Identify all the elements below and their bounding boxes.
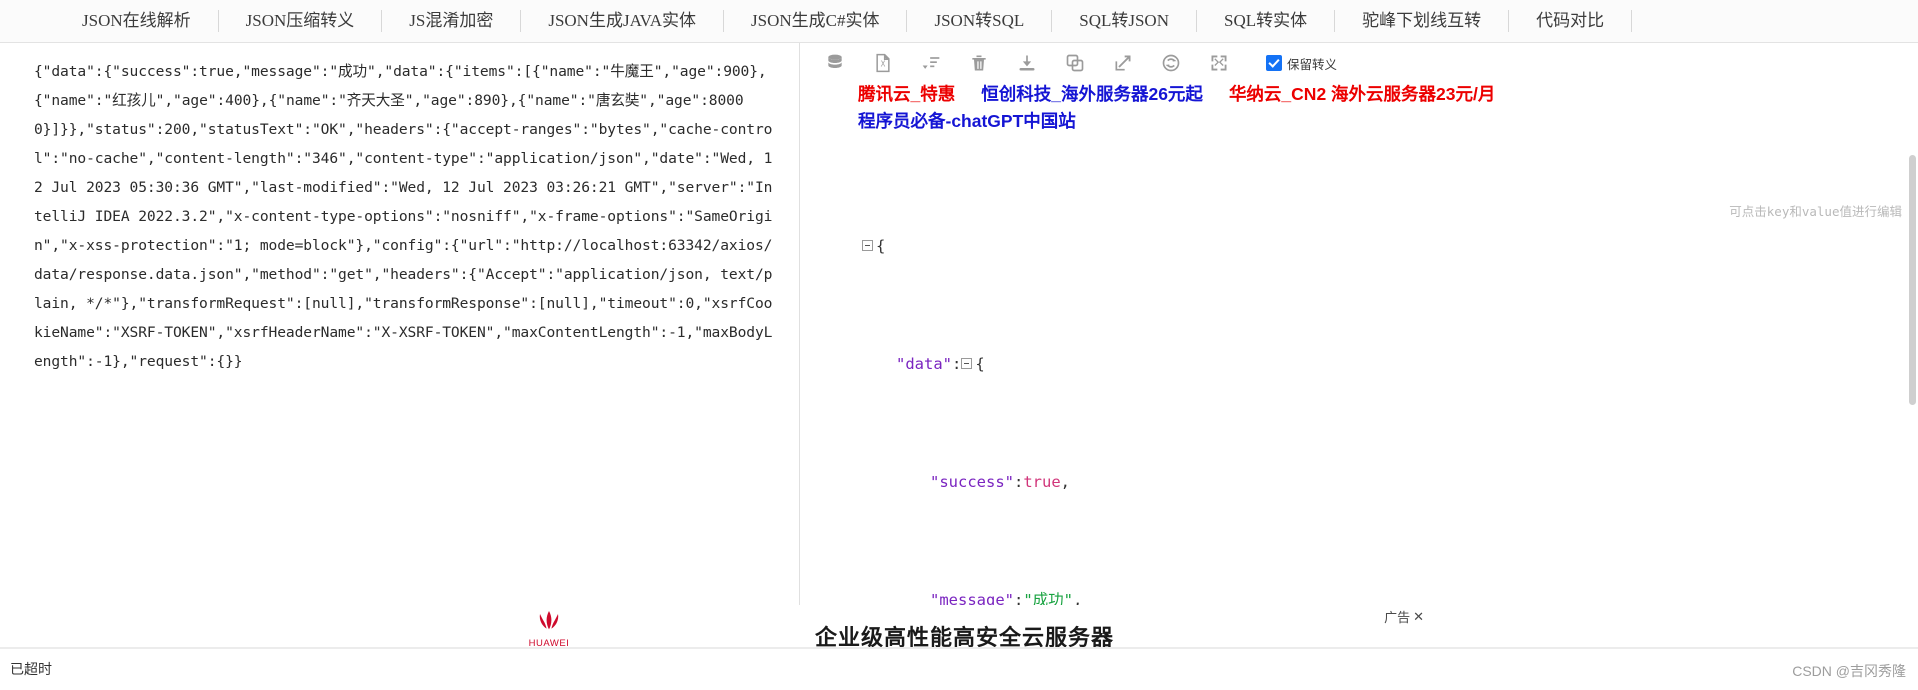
- collapse-toggle-icon[interactable]: [961, 357, 973, 369]
- huawei-flower-icon: [532, 609, 566, 637]
- scrollbar-thumb[interactable]: [1909, 155, 1916, 405]
- expand-arrow-icon[interactable]: [1112, 52, 1134, 74]
- tree-key[interactable]: "success": [930, 473, 1014, 491]
- close-icon[interactable]: ✕: [1413, 609, 1424, 625]
- page-root: JSON在线解析 JSON压缩转义 JS混淆加密 JSON生成JAVA实体 JS…: [0, 0, 1918, 690]
- tree-key[interactable]: "message": [930, 591, 1014, 606]
- share-icon[interactable]: [1160, 52, 1182, 74]
- ad-link-hengchuang[interactable]: 恒创科技_海外服务器26元起: [981, 81, 1203, 108]
- svg-text:X: X: [881, 59, 886, 68]
- fullscreen-icon[interactable]: [1208, 52, 1230, 74]
- ad-link-huanacloud[interactable]: 华纳云_CN2 海外云服务器23元/月: [1229, 81, 1495, 108]
- tree-row[interactable]: {: [840, 232, 1908, 262]
- huawei-logo: HUAWEI: [507, 609, 591, 649]
- nav-item-json-to-sql[interactable]: JSON转SQL: [907, 0, 1051, 42]
- main-split: {"data":{"success":true,"message":"成功","…: [0, 43, 1918, 605]
- tree-tail: ,: [1060, 472, 1071, 491]
- ad-row-1: 腾讯云_特惠 恒创科技_海外服务器26元起 华纳云_CN2 海外云服务器23元/…: [858, 81, 1758, 108]
- json-tree[interactable]: { "data":{ "success":true, "message":"成功…: [800, 139, 1908, 605]
- vertical-scrollbar[interactable]: [1908, 43, 1917, 605]
- json-tree-pane: X 保留转义 腾讯云_特惠 恒创科技_海外服务器26元起 华纳云_CN2 海外云…: [800, 43, 1918, 605]
- checkbox-label: 保留转义: [1287, 57, 1338, 72]
- tree-sep: :: [1014, 590, 1024, 606]
- nav-item-json-parse[interactable]: JSON在线解析: [55, 0, 218, 42]
- status-bar: 已超时 CSDN @吉冈秀隆: [0, 648, 1918, 690]
- json-tree-scroll[interactable]: { "data":{ "success":true, "message":"成功…: [800, 139, 1908, 605]
- nav-item-js-obfuscate[interactable]: JS混淆加密: [382, 0, 520, 42]
- keep-escape-checkbox[interactable]: 保留转义: [1266, 54, 1337, 73]
- tree-row[interactable]: "message":"成功",: [840, 586, 1908, 606]
- ad-link-tencent-cloud[interactable]: 腾讯云_特惠: [858, 81, 955, 108]
- ad-links: 腾讯云_特惠 恒创科技_海外服务器26元起 华纳云_CN2 海外云服务器23元/…: [858, 81, 1758, 135]
- raw-json-editor-pane[interactable]: {"data":{"success":true,"message":"成功","…: [0, 43, 800, 605]
- collapse-toggle-icon[interactable]: [862, 239, 873, 251]
- tree-value[interactable]: true: [1023, 473, 1060, 491]
- tree-value[interactable]: "成功": [1023, 591, 1073, 606]
- status-message: 已超时: [10, 663, 52, 678]
- tree-tail: ,: [1073, 590, 1083, 606]
- tree-key[interactable]: "data": [896, 355, 952, 373]
- ad-link-chatgpt[interactable]: 程序员必备-chatGPT中国站: [858, 108, 1076, 135]
- tree-punct: {: [975, 354, 985, 373]
- ad-row-2: 程序员必备-chatGPT中国站: [858, 108, 1758, 135]
- checkbox-box[interactable]: [1266, 55, 1282, 71]
- watermark-text: CSDN @吉冈秀隆: [1792, 663, 1906, 679]
- raw-json-text[interactable]: {"data":{"success":true,"message":"成功","…: [34, 57, 778, 376]
- nav-item-json-compress[interactable]: JSON压缩转义: [219, 0, 382, 42]
- nav-item-code-diff[interactable]: 代码对比: [1509, 0, 1631, 42]
- tree-sep: :: [952, 354, 962, 373]
- nav-item-sql-to-entity[interactable]: SQL转实体: [1197, 0, 1334, 42]
- top-navigation: JSON在线解析 JSON压缩转义 JS混淆加密 JSON生成JAVA实体 JS…: [0, 0, 1918, 43]
- nav-item-json-to-csharp[interactable]: JSON生成C#实体: [724, 0, 906, 42]
- editor-toolbar: X 保留转义: [800, 43, 1918, 83]
- nav-item-json-to-java[interactable]: JSON生成JAVA实体: [521, 0, 723, 42]
- download-icon[interactable]: [1016, 52, 1038, 74]
- ad-label: 广告: [1384, 610, 1411, 625]
- tree-punct: {: [876, 236, 886, 255]
- nav-item-camel-underscore[interactable]: 驼峰下划线互转: [1335, 0, 1508, 42]
- nav-separator: [1631, 10, 1633, 32]
- sort-icon[interactable]: [920, 52, 942, 74]
- tree-sep: :: [1014, 472, 1024, 491]
- excel-file-icon[interactable]: X: [872, 52, 894, 74]
- ad-close-button[interactable]: 广告 ✕: [1384, 607, 1424, 626]
- tree-row[interactable]: "data": {: [840, 350, 1908, 380]
- database-icon[interactable]: [824, 52, 846, 74]
- nav-item-sql-to-json[interactable]: SQL转JSON: [1052, 0, 1196, 42]
- trash-icon[interactable]: [968, 52, 990, 74]
- copy-icon[interactable]: [1064, 52, 1086, 74]
- tree-row[interactable]: "success":true,: [840, 468, 1908, 498]
